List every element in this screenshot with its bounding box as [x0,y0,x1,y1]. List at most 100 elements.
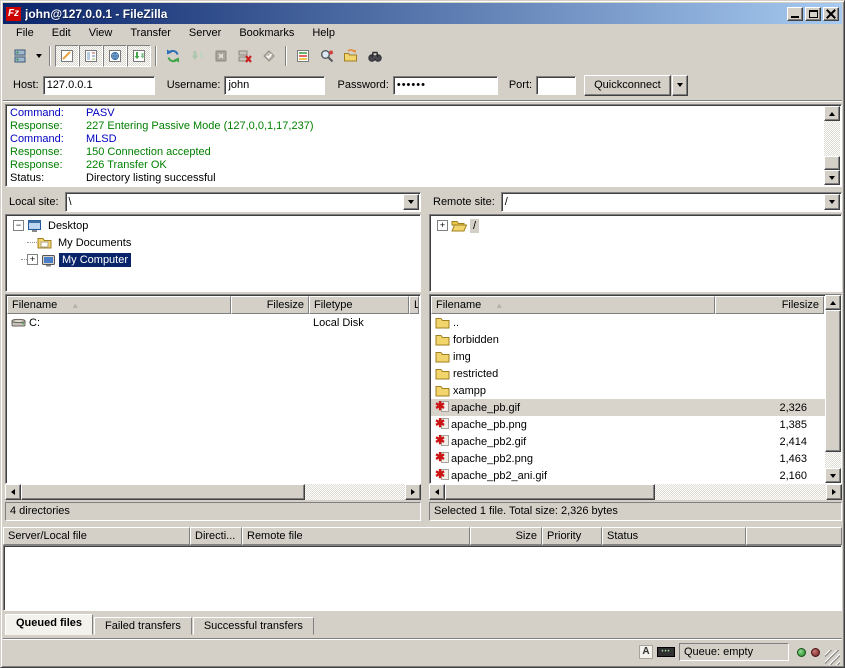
tree-item-my-computer[interactable]: + My Computer [7,251,419,268]
site-manager-dropdown-button[interactable] [32,45,45,67]
host-input[interactable]: 127.0.0.1 [43,76,155,95]
local-site-combobox[interactable]: \ [65,192,421,212]
file-row[interactable]: restricted [431,365,840,382]
local-site-dropdown-button[interactable] [403,194,419,210]
minimize-icon [791,16,799,18]
scrollbar-thumb[interactable] [21,484,305,500]
menu-edit[interactable]: Edit [43,25,80,41]
tree-item-root[interactable]: + / [431,217,840,234]
file-row[interactable]: ✱apache_pb.png 1,385 [431,416,840,433]
scroll-right-button[interactable] [826,484,842,500]
remote-site-row: Remote site: / [429,191,842,212]
scrollbar-track[interactable] [824,121,840,170]
remote-vertical-scrollbar[interactable] [825,295,841,483]
remote-site-dropdown-button[interactable] [824,194,840,210]
image-file-icon: ✱ [435,418,449,431]
scroll-up-button[interactable] [825,295,841,310]
minimize-button[interactable] [787,7,803,21]
log-line: Response:226 Transfer OK [10,159,821,172]
resize-grip-icon[interactable] [825,650,840,665]
scroll-down-button[interactable] [824,170,840,185]
column-header-filesize[interactable]: Filesize [715,296,824,314]
column-header-size[interactable]: Size [470,527,542,545]
encryption-indicator-icon[interactable]: ••• [657,647,675,657]
column-header-priority[interactable]: Priority [542,527,602,545]
local-horizontal-scrollbar[interactable] [5,484,421,500]
column-header-direction[interactable]: Directi... [190,527,242,545]
menu-file[interactable]: File [7,25,43,41]
menu-help[interactable]: Help [303,25,344,41]
scroll-right-button[interactable] [405,484,421,500]
file-row[interactable]: xampp [431,382,840,399]
scroll-up-button[interactable] [824,106,840,121]
scrollbar-thumb[interactable] [824,156,840,170]
toggle-local-tree-button[interactable] [79,45,103,67]
synchronized-browsing-button[interactable] [339,45,363,67]
quickconnect-dropdown-button[interactable] [672,75,688,96]
scrollbar-thumb[interactable] [825,310,841,452]
toggle-transfer-queue-button[interactable] [127,45,151,67]
refresh-button[interactable] [161,45,185,67]
toggle-message-log-button[interactable] [55,45,79,67]
file-row-c-drive[interactable]: C: Local Disk [7,314,419,331]
file-row[interactable]: .. [431,314,840,331]
menu-server[interactable]: Server [180,25,230,41]
column-header-remote-file[interactable]: Remote file [242,527,470,545]
column-header-filename[interactable]: Filename▲ [7,296,231,314]
port-input[interactable] [536,76,576,95]
file-row[interactable]: forbidden [431,331,840,348]
file-row[interactable]: img [431,348,840,365]
username-input[interactable]: john [224,76,325,95]
chevron-down-icon [677,83,683,87]
column-header-filesize[interactable]: Filesize [231,296,309,314]
expand-icon[interactable]: + [437,220,448,231]
tree-item-my-documents[interactable]: My Documents [7,234,419,251]
remote-site-combobox[interactable]: / [501,192,842,212]
toggle-remote-tree-button[interactable] [103,45,127,67]
scrollbar-track[interactable] [445,484,826,500]
reconnect-button[interactable] [257,45,281,67]
tab-queued-files[interactable]: Queued files [5,614,93,635]
tree-item-desktop[interactable]: − Desktop [7,217,419,234]
remote-horizontal-scrollbar[interactable] [429,484,842,500]
cancel-operation-button[interactable] [209,45,233,67]
log-vertical-scrollbar[interactable] [824,106,840,185]
column-header-filetype[interactable]: Filetype [309,296,409,314]
column-header-status[interactable]: Status [602,527,746,545]
expand-icon[interactable]: + [27,254,38,265]
site-manager-button[interactable] [8,45,32,67]
scroll-down-button[interactable] [825,468,841,483]
scroll-left-button[interactable] [429,484,445,500]
column-header-filename[interactable]: Filename▲ [431,296,715,314]
file-row[interactable]: ✱apache_pb2.gif 2,414 [431,433,840,450]
directory-listing-filters-button[interactable] [291,45,315,67]
scrollbar-track[interactable] [21,484,405,500]
menu-transfer[interactable]: Transfer [121,25,180,41]
scrollbar-thumb[interactable] [445,484,655,500]
scroll-left-button[interactable] [5,484,21,500]
disconnect-button[interactable] [233,45,257,67]
menu-view[interactable]: View [80,25,122,41]
folder-icon [435,316,450,329]
file-row[interactable]: ✱apache_pb2.png 1,463 [431,450,840,467]
find-files-button[interactable] [363,45,387,67]
process-queue-button[interactable] [185,45,209,67]
transfer-queue-icon [131,48,147,64]
remote-tree: + / [429,214,842,292]
tab-failed-transfers[interactable]: Failed transfers [94,617,192,635]
quickconnect-button[interactable]: Quickconnect [584,75,671,96]
column-header-last-modified[interactable]: L [409,296,419,314]
tab-successful-transfers[interactable]: Successful transfers [193,617,314,635]
menu-bookmarks[interactable]: Bookmarks [230,25,303,41]
close-button[interactable] [823,7,839,21]
file-row-selected[interactable]: ✱apache_pb.gif 2,326 [431,399,840,416]
close-icon [826,9,836,18]
maximize-button[interactable] [805,7,821,21]
column-header-server-local-file[interactable]: Server/Local file [3,527,190,545]
scrollbar-track[interactable] [825,310,841,468]
collapse-icon[interactable]: − [13,220,24,231]
password-input[interactable]: •••••• [393,76,498,95]
directory-comparison-button[interactable] [315,45,339,67]
file-row[interactable]: ✱apache_pb2_ani.gif 2,160 [431,467,840,484]
data-type-indicator-icon[interactable]: A [639,645,653,659]
